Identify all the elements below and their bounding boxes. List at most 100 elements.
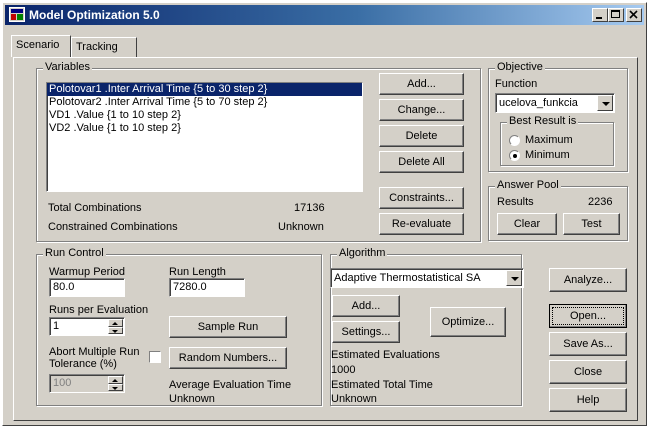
delete-all-label: Delete All (398, 156, 445, 168)
answer-pool-legend: Answer Pool (495, 179, 561, 191)
help-button[interactable]: Help (549, 388, 627, 412)
warmup-value: 80.0 (53, 281, 75, 293)
window-title: Model Optimization 5.0 (29, 8, 160, 22)
clear-label: Clear (513, 218, 541, 230)
sample-run-label: Sample Run (197, 321, 259, 333)
run-control-legend: Run Control (43, 247, 106, 259)
optimize-label: Optimize... (441, 316, 495, 328)
change-variable-label: Change... (397, 104, 446, 116)
maximize-icon (611, 10, 620, 18)
minimize-icon (596, 17, 602, 19)
runs-per-eval-value: 1 (53, 320, 60, 332)
estimated-total-time-label: Estimated Total Time (331, 379, 433, 391)
app-icon (9, 7, 25, 22)
analyze-label: Analyze... (563, 274, 613, 286)
reevaluate-button[interactable]: Re-evaluate (379, 213, 464, 235)
settings-button[interactable]: Settings... (332, 321, 400, 343)
tab-tracking-label: Tracking (76, 41, 118, 53)
results-label: Results (497, 196, 534, 208)
delete-variable-button[interactable]: Delete (379, 125, 464, 147)
constraints-button[interactable]: Constraints... (379, 187, 464, 209)
tab-scenario-label: Scenario (16, 39, 60, 51)
run-length-value: 7280.0 (173, 281, 207, 293)
warmup-label: Warmup Period (49, 266, 126, 278)
test-label: Test (581, 218, 602, 230)
total-combinations-label: Total Combinations (48, 202, 142, 214)
random-numbers-label: Random Numbers... (178, 352, 278, 364)
maximum-label: Maximum (525, 134, 573, 146)
chevron-down-icon[interactable] (506, 270, 522, 286)
spinner-icon[interactable] (108, 319, 123, 334)
save-as-label: Save As... (563, 338, 613, 350)
runs-per-eval-stepper[interactable]: 1 (49, 317, 125, 336)
maximize-button[interactable] (608, 8, 624, 22)
spinner-icon[interactable] (108, 376, 123, 391)
list-item[interactable]: Polotovar1 .Inter Arrival Time {5 to 30 … (47, 83, 362, 96)
algorithm-value: Adaptive Thermostatistical SA (334, 272, 481, 284)
delete-variable-label: Delete (405, 130, 438, 142)
add-variable-button[interactable]: Add... (379, 73, 464, 95)
close-button[interactable]: Close (549, 360, 627, 384)
change-variable-button[interactable]: Change... (379, 99, 464, 121)
maximum-radio[interactable] (509, 135, 520, 146)
add-algorithm-button[interactable]: Add... (332, 295, 400, 317)
sample-run-button[interactable]: Sample Run (169, 316, 287, 338)
help-label: Help (576, 394, 600, 406)
list-item[interactable]: Polotovar2 .Inter Arrival Time {5 to 70 … (47, 96, 362, 109)
close-window-button[interactable] (626, 8, 642, 22)
open-button[interactable]: Open... (549, 304, 627, 328)
save-as-button[interactable]: Save As... (549, 332, 627, 356)
reevaluate-label: Re-evaluate (391, 218, 452, 230)
tab-tracking[interactable]: Tracking (71, 37, 137, 57)
run-length-label: Run Length (169, 266, 226, 278)
minimum-radio[interactable] (509, 150, 520, 161)
close-label: Close (573, 366, 603, 378)
results-value: 2236 (588, 196, 613, 208)
variables-list[interactable]: Polotovar1 .Inter Arrival Time {5 to 30 … (46, 82, 363, 192)
chevron-down-icon[interactable] (597, 95, 613, 111)
objective-legend: Objective (495, 61, 545, 73)
tolerance-stepper[interactable]: 100 (49, 374, 125, 393)
tolerance-value: 100 (53, 377, 72, 389)
list-item[interactable]: VD2 .Value {1 to 10 step 2} (47, 122, 362, 135)
estimated-evaluations-label: Estimated Evaluations (331, 349, 440, 361)
add-variable-label: Add... (407, 78, 436, 90)
model-optimization-window: Model Optimization 5.0 Scenario Tracking… (2, 2, 647, 426)
scenario-panel: Variables Polotovar1 .Inter Arrival Time… (13, 57, 638, 421)
optimize-button[interactable]: Optimize... (430, 307, 506, 337)
algorithm-legend: Algorithm (337, 247, 388, 259)
run-length-input[interactable]: 7280.0 (169, 278, 245, 297)
avg-eval-time-value: Unknown (169, 393, 215, 405)
settings-label: Settings... (341, 326, 391, 338)
open-label: Open... (569, 310, 607, 322)
minimize-button[interactable] (592, 8, 608, 22)
list-item[interactable]: VD1 .Value {1 to 10 step 2} (47, 109, 362, 122)
title-bar[interactable]: Model Optimization 5.0 (5, 5, 644, 25)
abort-label-line1: Abort Multiple Run (49, 346, 140, 358)
clear-button[interactable]: Clear (497, 213, 557, 235)
abort-checkbox[interactable] (149, 351, 161, 363)
constrained-combinations-label: Constrained Combinations (48, 221, 178, 233)
add-algorithm-label: Add... (351, 300, 381, 312)
function-value: ucelova_funkcia (499, 97, 578, 109)
delete-all-button[interactable]: Delete All (379, 151, 464, 173)
analyze-button[interactable]: Analyze... (549, 268, 627, 292)
constraints-label: Constraints... (389, 192, 454, 204)
constrained-combinations-value: Unknown (278, 221, 324, 233)
random-numbers-button[interactable]: Random Numbers... (169, 347, 287, 369)
function-dropdown[interactable]: ucelova_funkcia (495, 93, 615, 113)
minimum-label: Minimum (525, 149, 570, 161)
total-combinations-value: 17136 (294, 202, 325, 214)
estimated-total-time-value: Unknown (331, 393, 377, 405)
avg-eval-time-label: Average Evaluation Time (169, 379, 292, 391)
algorithm-dropdown[interactable]: Adaptive Thermostatistical SA (330, 268, 524, 288)
best-result-legend: Best Result is (507, 115, 579, 127)
warmup-input[interactable]: 80.0 (49, 278, 125, 297)
abort-label-line2: Tolerance (%) (49, 358, 117, 370)
estimated-evaluations-value: 1000 (331, 364, 356, 376)
close-icon (629, 10, 638, 19)
tab-scenario[interactable]: Scenario (11, 35, 71, 57)
test-button[interactable]: Test (563, 213, 620, 235)
function-label: Function (495, 78, 538, 90)
runs-per-eval-label: Runs per Evaluation (49, 304, 149, 316)
